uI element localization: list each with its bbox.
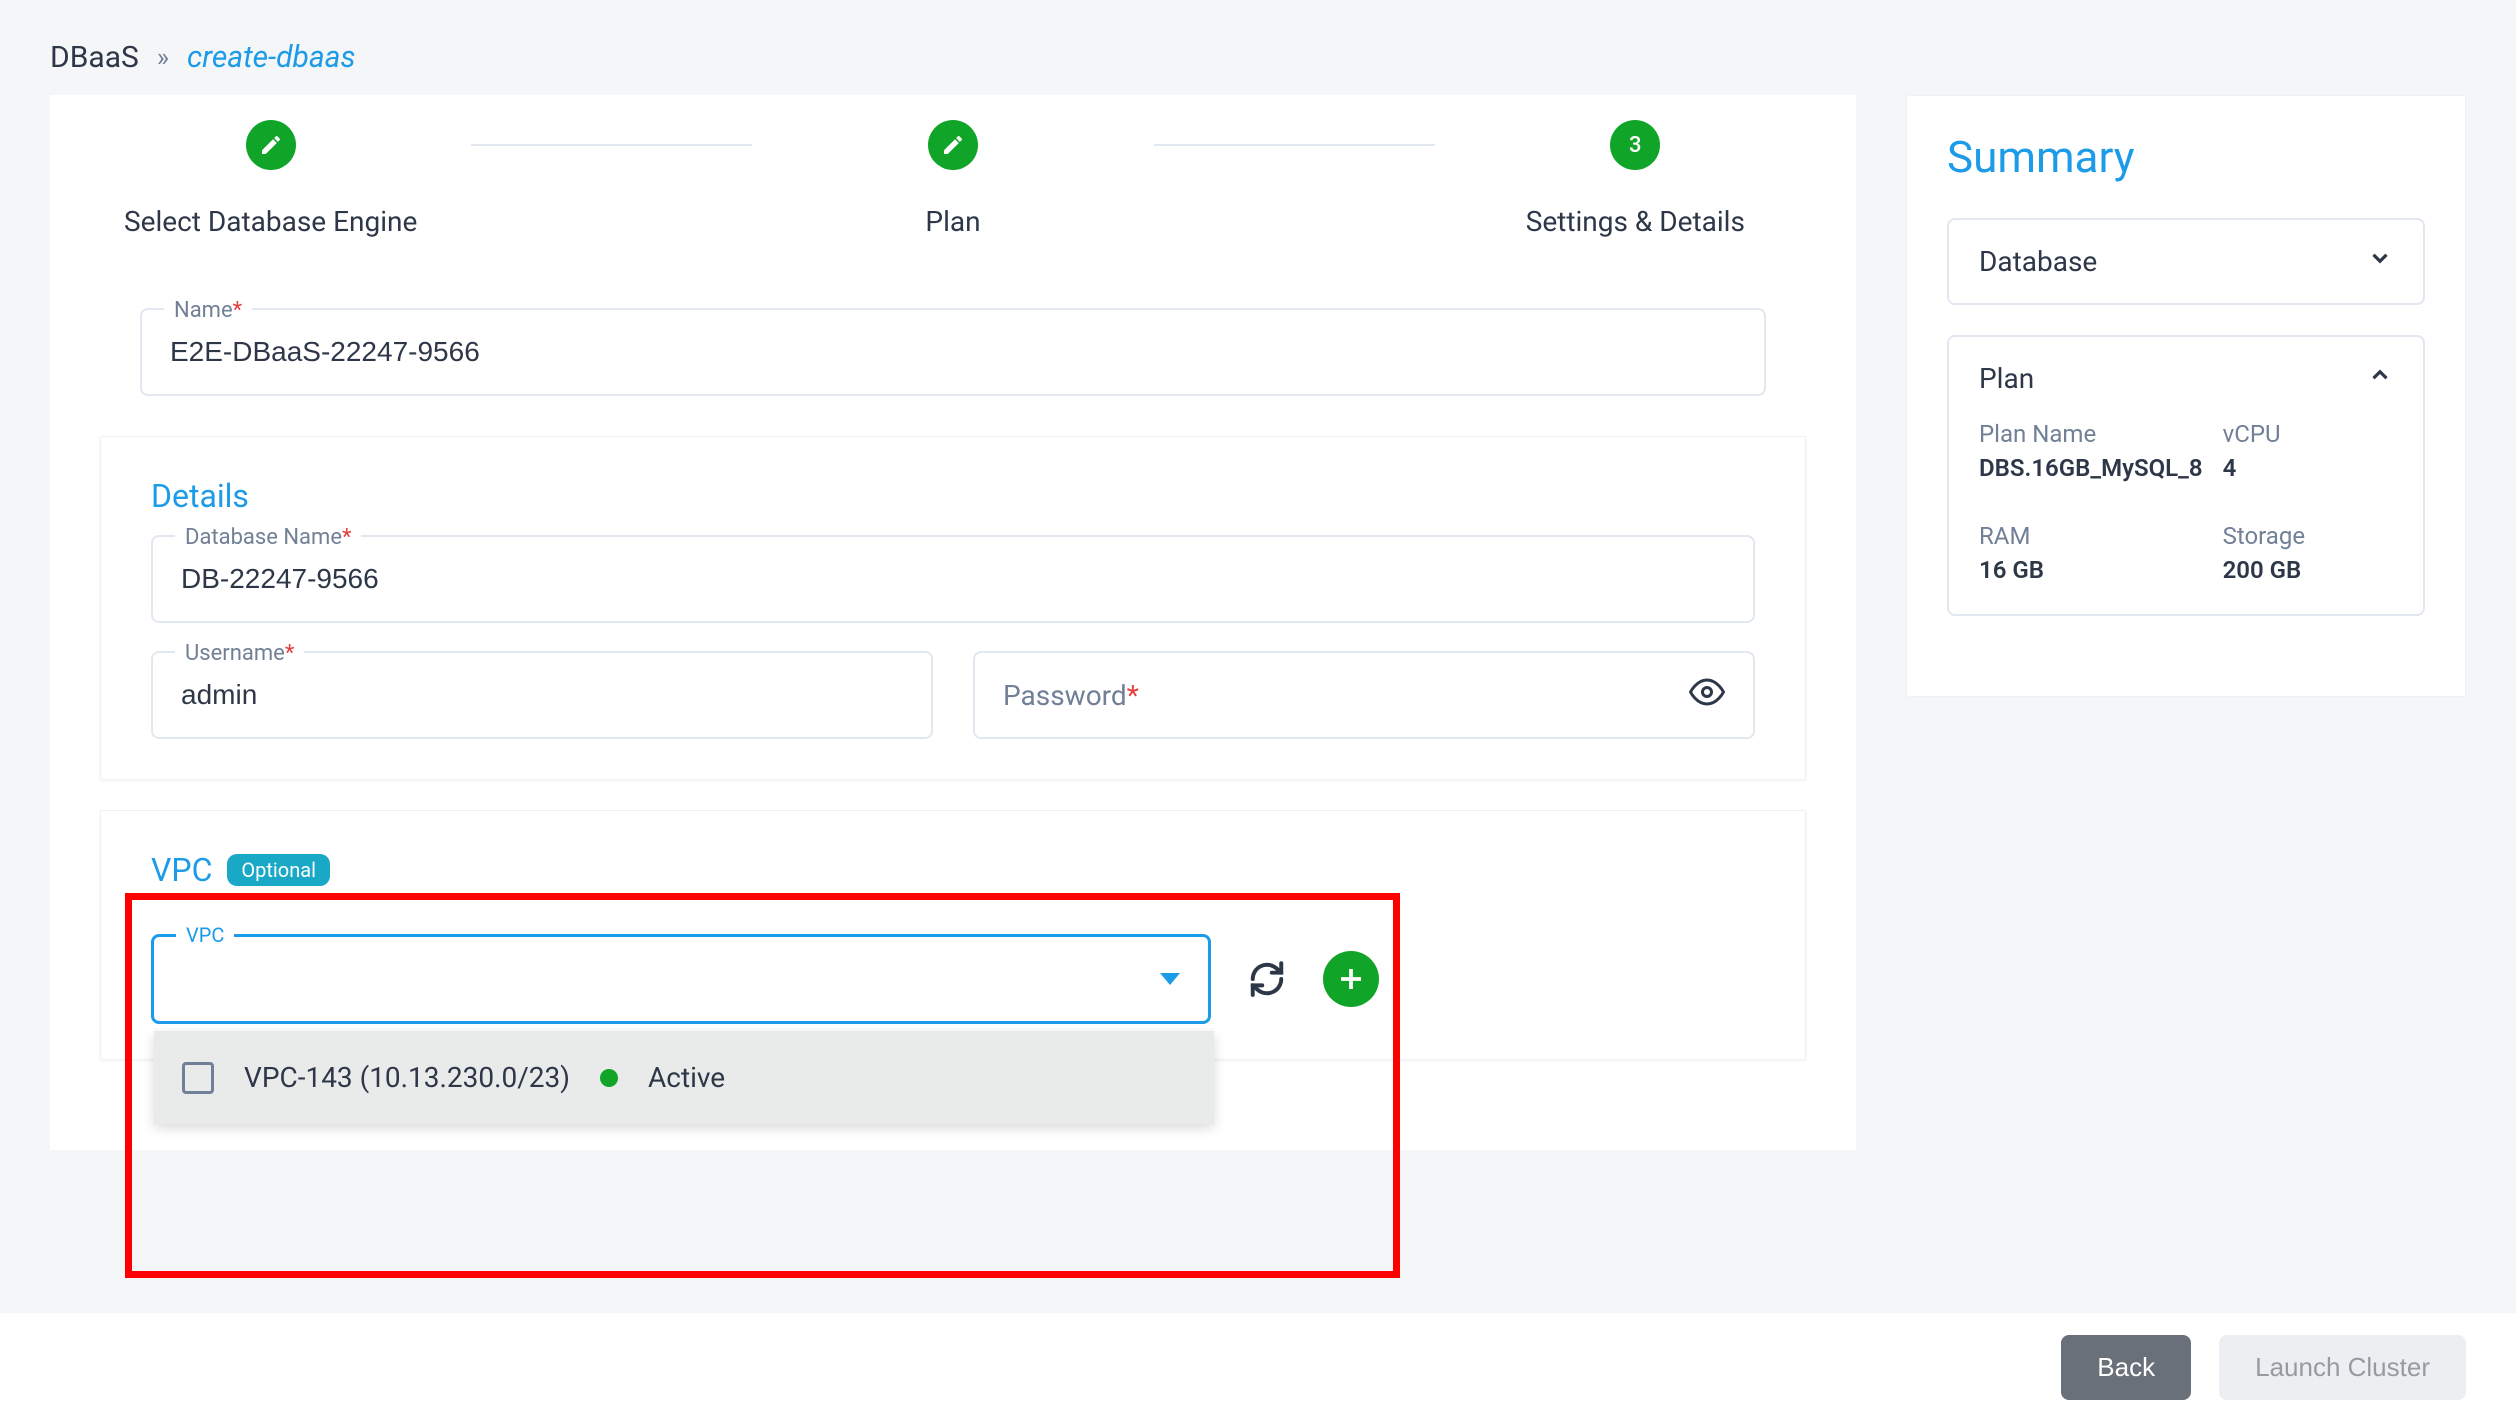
optional-badge: Optional (227, 854, 330, 886)
breadcrumb-sep: » (157, 43, 169, 73)
vpc-select[interactable]: VPC VPC-143 (10.13.230.0/23) Active (151, 934, 1211, 1024)
vcpu-label: vCPU (2223, 420, 2393, 448)
vpc-title: VPC (151, 851, 212, 889)
details-title: Details (151, 477, 1755, 515)
breadcrumb-leaf[interactable]: create-dbaas (187, 40, 356, 75)
plan-name-value: DBS.16GB_MySQL_8 (1979, 454, 2203, 482)
name-field[interactable]: Name* (140, 308, 1766, 396)
launch-cluster-button[interactable]: Launch Cluster (2219, 1335, 2466, 1400)
step-line (1154, 144, 1435, 146)
chevron-down-icon (2367, 245, 2393, 278)
refresh-button[interactable] (1241, 953, 1293, 1005)
vpc-option-label: VPC-143 (10.13.230.0/23) (244, 1061, 570, 1094)
stepper-card: Select Database Engine Plan 3 Settings &… (50, 95, 1856, 1150)
db-name-input[interactable] (181, 563, 1725, 595)
ram-label: RAM (1979, 522, 2203, 550)
storage-label: Storage (2223, 522, 2393, 550)
pencil-icon (928, 120, 978, 170)
summary-title: Summary (1947, 131, 2425, 183)
storage-value: 200 GB (2223, 556, 2393, 584)
caret-down-icon (1160, 973, 1180, 985)
step-line (471, 144, 752, 146)
vpc-option[interactable]: VPC-143 (10.13.230.0/23) Active (154, 1031, 1214, 1124)
checkbox[interactable] (182, 1062, 214, 1094)
database-acc-label: Database (1979, 245, 2097, 278)
plan-accordion[interactable]: Plan Plan Name vCPU DBS.16GB_MySQL_8 4 (1947, 335, 2425, 616)
step-3-label: Settings & Details (1526, 205, 1745, 238)
username-field[interactable]: Username* (151, 651, 933, 739)
step-1[interactable]: Select Database Engine (70, 120, 471, 238)
name-label: Name* (164, 298, 252, 323)
step-2-label: Plan (925, 205, 980, 238)
step-3-number: 3 (1610, 120, 1660, 170)
username-label: Username* (175, 641, 304, 666)
password-field[interactable]: Password* (973, 651, 1755, 739)
status-dot-icon (600, 1069, 618, 1087)
breadcrumb: DBaaS » create-dbaas (0, 0, 2516, 95)
add-button[interactable] (1323, 951, 1379, 1007)
eye-icon[interactable] (1689, 674, 1725, 716)
db-name-field[interactable]: Database Name* (151, 535, 1755, 623)
plan-acc-label: Plan (1979, 362, 2034, 395)
step-2[interactable]: Plan (752, 120, 1153, 238)
step-3[interactable]: 3 Settings & Details (1435, 120, 1836, 238)
vcpu-value: 4 (2223, 454, 2393, 482)
step-1-label: Select Database Engine (124, 205, 417, 238)
vpc-dropdown-panel: VPC-143 (10.13.230.0/23) Active (154, 1031, 1214, 1124)
chevron-up-icon (2367, 362, 2393, 395)
username-input[interactable] (181, 679, 903, 711)
summary-card: Summary Database Plan (1906, 95, 2466, 697)
password-placeholder: Password* (1003, 679, 1139, 712)
plan-name-label: Plan Name (1979, 420, 2203, 448)
ram-value: 16 GB (1979, 556, 2203, 584)
back-button[interactable]: Back (2061, 1335, 2191, 1400)
name-input[interactable] (170, 336, 1736, 368)
footer: Back Launch Cluster (0, 1313, 2516, 1422)
vpc-field-label: VPC (176, 923, 234, 947)
db-name-label: Database Name* (175, 525, 361, 550)
details-card: Details Database Name* Username* (100, 436, 1806, 780)
database-accordion[interactable]: Database (1947, 218, 2425, 305)
breadcrumb-root[interactable]: DBaaS (50, 40, 139, 75)
vpc-option-status: Active (648, 1061, 725, 1094)
vpc-card: VPC Optional VPC VPC-143 (10.13.230 (100, 810, 1806, 1060)
pencil-icon (246, 120, 296, 170)
